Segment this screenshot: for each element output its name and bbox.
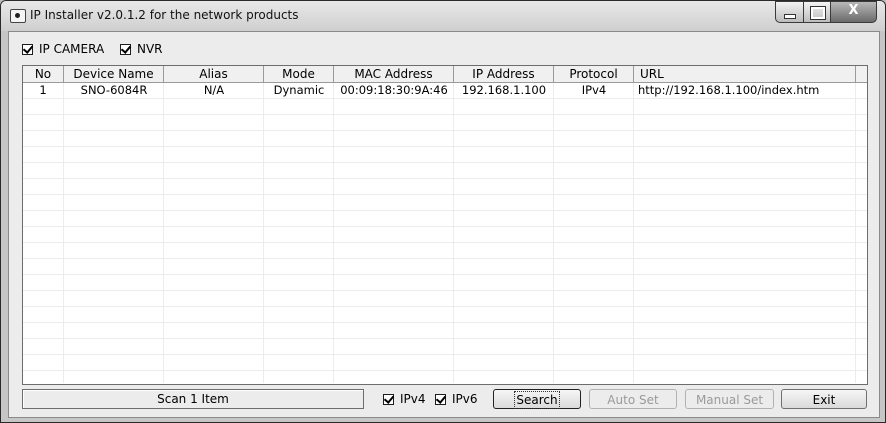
title-bar[interactable]: IP Installer v2.0.1.2 for the network pr… [1,1,885,31]
checkbox-checked-icon [120,43,131,55]
grid-line [23,322,867,323]
cell-ip-address: 192.168.1.100 [461,83,547,97]
grid-line [23,210,867,211]
grid-line [23,274,867,275]
list-header: No Device Name Alias Mode MAC Address IP… [23,66,867,83]
ipv6-checkbox[interactable]: IPv6 [435,392,478,406]
search-button[interactable]: Search [493,389,581,409]
minimize-button[interactable] [775,1,804,23]
grid-line [23,258,867,259]
grid-line [23,306,867,307]
ipv4-label: IPv4 [400,392,426,406]
app-eye-icon [10,9,26,23]
cell-url: http://192.168.1.100/index.htm [638,83,820,97]
table-row[interactable]: 1 SNO-6084R N/A Dynamic 00:09:18:30:9A:4… [23,83,867,99]
nvr-checkbox[interactable]: NVR [120,42,163,56]
column-header-url[interactable]: URL [634,66,856,82]
window-title: IP Installer v2.0.1.2 for the network pr… [30,8,299,22]
search-button-label: Search [514,391,560,409]
cell-no: 1 [39,83,47,97]
close-button[interactable]: X [830,1,877,23]
ip-camera-label: IP CAMERA [39,42,105,56]
grid-line [23,178,867,179]
close-icon: X [848,3,859,18]
checkbox-checked-icon [383,393,394,405]
column-header-mode[interactable]: Mode [264,66,334,82]
device-list[interactable]: No Device Name Alias Mode MAC Address IP… [22,65,868,385]
scan-status: Scan 1 Item [22,389,364,409]
cell-mode: Dynamic [273,83,325,97]
maximize-button[interactable] [803,1,831,23]
auto-set-button[interactable]: Auto Set [589,389,677,409]
column-header-mac-address[interactable]: MAC Address [334,66,454,82]
exit-button[interactable]: Exit [781,389,867,409]
grid-line [23,226,867,227]
grid-line [23,114,867,115]
ip-camera-checkbox[interactable]: IP CAMERA [22,42,104,56]
grid-line [23,146,867,147]
grid-line [23,162,867,163]
column-header-alias[interactable]: Alias [164,66,264,82]
ipv4-checkbox[interactable]: IPv4 [383,392,426,406]
column-header-protocol[interactable]: Protocol [554,66,634,82]
grid-line [23,354,867,355]
grid-line [23,242,867,243]
exit-button-label: Exit [812,393,836,407]
grid-line [23,194,867,195]
grid-line [23,370,867,371]
grid-line [23,338,867,339]
ip-installer-window: IP Installer v2.0.1.2 for the network pr… [0,0,886,423]
nvr-label: NVR [137,42,163,56]
auto-set-button-label: Auto Set [607,393,659,407]
grid-line [23,290,867,291]
checkbox-checked-icon [22,43,33,55]
manual-set-button[interactable]: Manual Set [685,389,774,409]
list-body: 1 SNO-6084R N/A Dynamic 00:09:18:30:9A:4… [23,83,867,383]
manual-set-button-label: Manual Set [695,393,764,407]
cell-mac-address: 00:09:18:30:9A:46 [340,83,448,97]
cell-protocol: IPv4 [581,83,607,97]
column-header-no[interactable]: No [23,66,64,82]
ipv6-label: IPv6 [452,392,478,406]
column-header-ip-address[interactable]: IP Address [454,66,554,82]
cell-device-name: SNO-6084R [80,83,148,97]
column-header-device-name[interactable]: Device Name [64,66,164,82]
grid-line [23,130,867,131]
cell-alias: N/A [203,83,225,97]
client-area: IP CAMERA NVR No Device Name Alias Mode … [8,31,880,418]
checkbox-checked-icon [435,393,446,405]
